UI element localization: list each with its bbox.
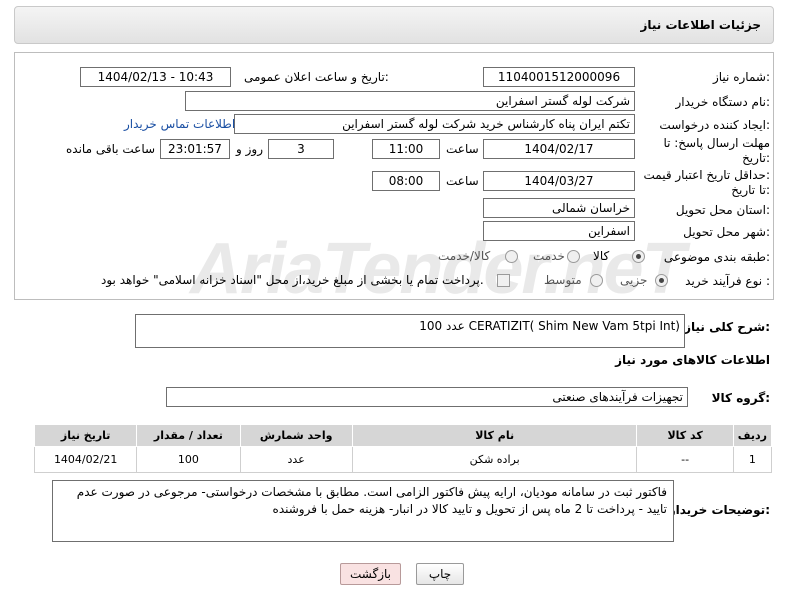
- requester-field: تکتم ایران پناه کارشناس خرید شرکت لوله گ…: [234, 114, 635, 134]
- page-header: جزئیات اطلاعات نیاز: [14, 6, 774, 44]
- announce-datetime-field: 1404/02/13 - 10:43: [80, 67, 231, 87]
- need-number-field: 1104001512000096: [483, 67, 635, 87]
- col-header-row-number: ردیف: [732, 424, 773, 447]
- goods-info-title: اطلاعات کالاهای مورد نیاز: [615, 353, 770, 367]
- reply-time-field: 11:00: [372, 139, 440, 159]
- back-button[interactable]: بازگشت: [340, 563, 401, 585]
- reply-days-label: روز و: [236, 142, 263, 156]
- announce-datetime-label: تاریخ و ساعت اعلان عمومی:: [244, 70, 389, 84]
- cell-row-number: 1: [732, 446, 773, 473]
- remaining-time-label: ساعت باقی مانده: [66, 142, 156, 156]
- col-header-need-date: تاریخ نیاز: [33, 424, 138, 447]
- category-radio-goods-service[interactable]: [505, 250, 518, 263]
- buyer-org-label: نام دستگاه خریدار:: [675, 95, 771, 109]
- process-option-minor: جزیی: [620, 273, 648, 287]
- cell-need-date: 1404/02/21: [33, 446, 138, 473]
- reply-deadline-label-1: مهلت ارسال پاسخ: تا: [663, 136, 770, 150]
- buyer-contact-link[interactable]: اطلاعات تماس خریدار: [124, 117, 235, 131]
- general-description-field: 100 عدد CERATIZIT( Shim New Vam 5tpi Int…: [135, 314, 685, 348]
- buyer-notes-field: فاکتور ثبت در سامانه مودیان، ارایه پیش ف…: [52, 480, 674, 542]
- category-option-goods-service: کالا/خدمت: [438, 249, 491, 263]
- category-label: طبقه بندی موضوعی:: [663, 250, 770, 264]
- items-table: ردیف کد کالا نام کالا واحد شمارش تعداد /…: [33, 424, 773, 473]
- category-radio-goods[interactable]: [632, 250, 645, 263]
- cell-item-name: براده شکن: [351, 446, 638, 473]
- col-header-item-name: نام کالا: [351, 424, 638, 447]
- treasury-payment-note: پرداخت تمام یا بخشی از مبلغ خرید،از محل …: [101, 273, 484, 287]
- delivery-city-field: اسفراین: [483, 221, 635, 241]
- goods-group-field: تجهیزات فرآیندهای صنعتی: [166, 387, 688, 407]
- price-validity-label-2: تا تاریخ:: [731, 183, 770, 197]
- category-radio-service[interactable]: [567, 250, 580, 263]
- reply-date-field: 1404/02/17: [483, 139, 635, 159]
- process-radio-medium[interactable]: [590, 274, 603, 287]
- goods-group-label: گروه کالا:: [711, 391, 770, 405]
- delivery-province-field: خراسان شمالی: [483, 198, 635, 218]
- reply-days-field: 3: [268, 139, 334, 159]
- category-option-service: خدمت: [533, 249, 565, 263]
- table-row: 1 -- براده شکن عدد 100 1404/02/21: [33, 446, 773, 473]
- page-title: جزئیات اطلاعات نیاز: [640, 18, 761, 32]
- col-header-quantity: تعداد / مقدار: [136, 424, 241, 447]
- remaining-time-field: 23:01:57: [160, 139, 230, 159]
- general-description-text: 100 عدد CERATIZIT( Shim New Vam 5tpi Int…: [419, 319, 680, 333]
- print-button[interactable]: چاپ: [416, 563, 464, 585]
- cell-item-code: --: [636, 446, 734, 473]
- delivery-city-label: شهر محل تحویل:: [683, 225, 770, 239]
- treasury-payment-checkbox[interactable]: [497, 274, 510, 287]
- items-table-header-row: ردیف کد کالا نام کالا واحد شمارش تعداد /…: [33, 424, 773, 447]
- delivery-province-label: استان محل تحویل:: [675, 203, 770, 217]
- requester-label: ایجاد کننده درخواست:: [659, 118, 770, 132]
- reply-deadline-label-2: تاریخ:: [742, 151, 770, 165]
- price-validity-date-field: 1404/03/27: [483, 171, 635, 191]
- price-validity-time-field: 08:00: [372, 171, 440, 191]
- price-validity-time-label: ساعت: [446, 174, 479, 188]
- cell-quantity: 100: [136, 446, 241, 473]
- purchase-process-label: نوع فرآیند خرید :: [685, 274, 770, 288]
- buyer-notes-label: توضیحات خریدار:: [668, 503, 770, 517]
- need-number-label: شماره نیاز:: [712, 70, 770, 84]
- price-validity-label-1: حداقل تاریخ اعتبار قیمت:: [643, 168, 770, 182]
- process-radio-minor[interactable]: [655, 274, 668, 287]
- col-header-item-code: کد کالا: [636, 424, 734, 447]
- category-option-goods: کالا: [593, 249, 610, 263]
- general-description-label: شرح کلی نیاز:: [684, 320, 770, 334]
- cell-unit: عدد: [239, 446, 353, 473]
- reply-time-label: ساعت: [446, 142, 479, 156]
- process-option-medium: متوسط: [544, 273, 582, 287]
- col-header-unit: واحد شمارش: [239, 424, 353, 447]
- buyer-org-field: شرکت لوله گستر اسفراین: [185, 91, 635, 111]
